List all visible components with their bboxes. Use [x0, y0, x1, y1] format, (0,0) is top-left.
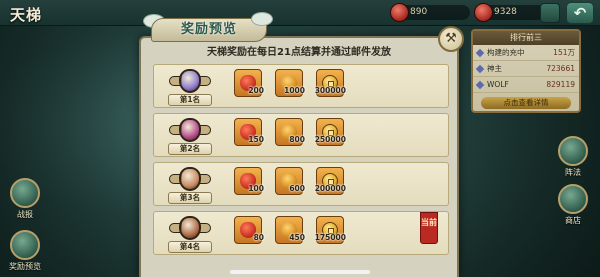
reward-item[interactable]: 200 [234, 69, 264, 103]
rank-medal-icon: 第3名 [168, 165, 212, 205]
ranking-row[interactable]: 神主 723661 [473, 61, 579, 77]
close-button[interactable]: ⚒ [438, 26, 464, 52]
reward-item[interactable]: 250000 [314, 118, 346, 152]
formation-label: 阵法 [565, 168, 581, 177]
reward-preview-modal: 天梯奖励在每日21点结算并通过邮件发放 第1名 200 1000 300000 第2名 1… [139, 36, 459, 277]
medal-gem [179, 69, 201, 93]
diamond-icon [475, 80, 485, 90]
cloud-ornament [251, 12, 273, 26]
item-count: 150 [248, 135, 264, 144]
shop-icon [558, 184, 588, 214]
formation-button[interactable]: 阵法 [552, 136, 594, 178]
reward-item[interactable]: 1000 [275, 69, 305, 103]
battle-report-label: 战报 [17, 210, 33, 219]
medal-gem [179, 216, 201, 240]
ranking-header: 排行前三 [473, 31, 579, 45]
reward-item[interactable]: 200000 [314, 167, 346, 201]
ranking-panel[interactable]: 排行前三 构建的充中 151万 神主 723661 WOLF 829119 点击… [471, 29, 581, 113]
back-button[interactable]: ↶ [566, 2, 594, 24]
ranking-name: 神主 [487, 64, 502, 73]
diamond-icon [475, 64, 485, 74]
item-count: 200 [248, 86, 264, 95]
diamond-icon [475, 48, 485, 58]
reward-row: 第1名 200 1000 300000 [153, 64, 449, 108]
item-count: 450 [289, 233, 305, 242]
resource-counter-gem: 890 [390, 3, 470, 22]
page-title: 天梯 [10, 6, 43, 24]
item-count: 100 [248, 184, 264, 193]
menu-icon[interactable] [540, 3, 560, 23]
rank-medal-icon: 第2名 [168, 116, 212, 156]
modal-banner: 奖励预览 [143, 12, 273, 44]
resource-value: 890 [410, 7, 428, 17]
ranking-power: 151万 [553, 48, 575, 57]
reward-item[interactable]: 80 [234, 216, 264, 250]
shop-label: 商店 [565, 216, 581, 225]
ranking-name: 构建的充中 [487, 48, 525, 57]
hammer-icon: ⚒ [445, 31, 457, 46]
shop-button[interactable]: 商店 [552, 184, 594, 226]
item-count: 1000 [284, 86, 305, 95]
reward-item[interactable]: 600 [275, 167, 305, 201]
item-count: 200000 [314, 184, 346, 193]
top-bar: 天梯 890 9328 ↶ [0, 0, 600, 26]
ranking-power: 829119 [546, 80, 575, 89]
medal-gem [179, 167, 201, 191]
ranking-row[interactable]: 构建的充中 151万 [473, 45, 579, 61]
medal-gem [179, 118, 201, 142]
formation-icon [558, 136, 588, 166]
battle-report-button[interactable]: 战报 [4, 178, 46, 220]
battle-report-icon [10, 178, 40, 208]
reward-preview-button[interactable]: 奖励预览 [4, 230, 46, 272]
reward-row: 第4名 80 450 175000 当前 [153, 211, 449, 255]
reward-preview-label: 奖励预览 [9, 262, 41, 271]
ranking-details-link[interactable]: 点击查看详情 [481, 97, 571, 109]
reward-item[interactable]: 175000 [314, 216, 346, 250]
rank-medal-icon: 第4名 [168, 214, 212, 254]
item-count: 300000 [314, 86, 346, 95]
resource-value: 9328 [494, 7, 517, 17]
back-arrow-icon: ↶ [573, 4, 587, 22]
ranking-power: 723661 [546, 64, 575, 73]
rank-label: 第4名 [168, 241, 212, 253]
rank-label: 第1名 [168, 94, 212, 106]
item-count: 80 [253, 233, 264, 242]
reward-item[interactable]: 450 [275, 216, 305, 250]
rank-label: 第2名 [168, 143, 212, 155]
ranking-name: WOLF [487, 80, 509, 89]
modal-title: 奖励预览 [151, 18, 267, 42]
item-count: 250000 [314, 135, 346, 144]
item-count: 600 [289, 184, 305, 193]
red-gem-icon [390, 3, 409, 22]
reward-item[interactable]: 800 [275, 118, 305, 152]
reward-chest-icon [10, 230, 40, 260]
rank-label: 第3名 [168, 192, 212, 204]
current-rank-badge: 当前 [420, 212, 438, 244]
red-orb-icon [474, 3, 493, 22]
home-indicator[interactable] [230, 270, 370, 274]
rank-medal-icon: 第1名 [168, 67, 212, 107]
reward-item[interactable]: 100 [234, 167, 264, 201]
reward-row: 第2名 150 800 250000 [153, 113, 449, 157]
reward-item[interactable]: 150 [234, 118, 264, 152]
reward-notice: 天梯奖励在每日21点结算并通过邮件发放 [207, 47, 391, 58]
reward-row: 第3名 100 600 200000 [153, 162, 449, 206]
item-count: 175000 [314, 233, 346, 242]
ranking-row[interactable]: WOLF 829119 [473, 77, 579, 93]
item-count: 800 [289, 135, 305, 144]
reward-list: 第1名 200 1000 300000 第2名 150 800 250000 第3名 100 600… [153, 64, 449, 260]
reward-item[interactable]: 300000 [314, 69, 346, 103]
